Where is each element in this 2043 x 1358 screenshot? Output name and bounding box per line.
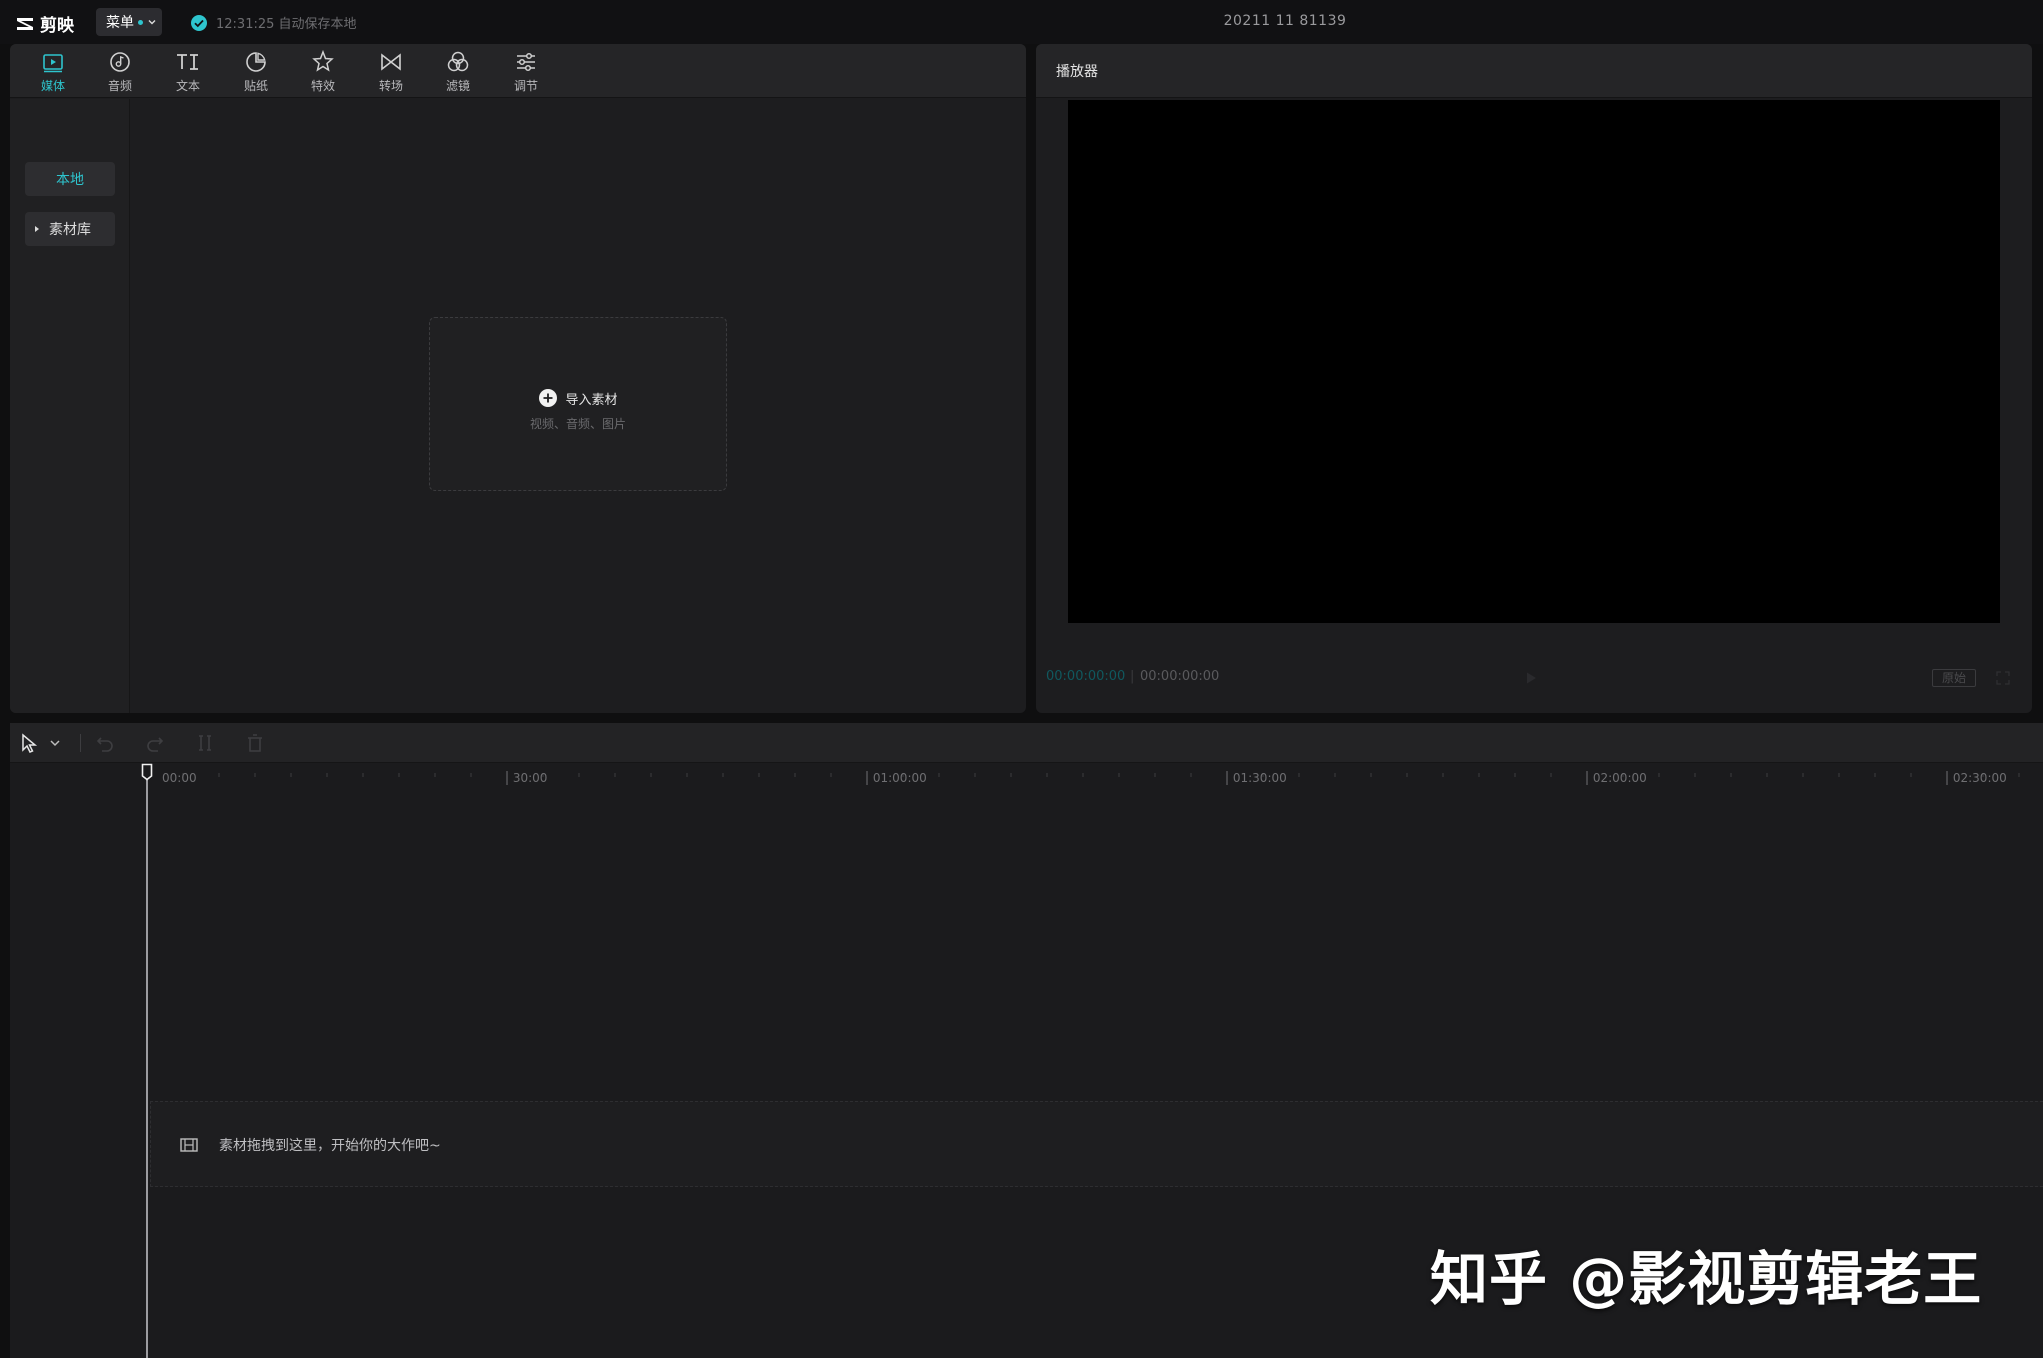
fullscreen-icon[interactable]: [1996, 671, 2010, 685]
import-media-label: 导入素材: [565, 392, 618, 408]
ruler-ticks: [146, 771, 2020, 785]
tab-adjust-label: 调节: [513, 79, 538, 93]
ruler-label: | 02:30:00: [1945, 771, 2007, 785]
main-track-dropzone[interactable]: 素材拖拽到这里，开始你的大作吧~: [150, 1101, 2043, 1187]
menu-button[interactable]: 菜单: [96, 8, 162, 36]
import-media-hint: 视频、音频、图片: [529, 417, 626, 431]
redo-icon[interactable]: [144, 732, 166, 754]
app-logo: 剪映: [14, 11, 74, 36]
timecode-separator: |: [1130, 669, 1135, 684]
split-icon[interactable]: [194, 732, 216, 754]
tab-audio[interactable]: 音频: [92, 48, 148, 96]
tab-filter[interactable]: 滤镜: [430, 48, 486, 96]
total-timecode: 00:00:00:00: [1140, 669, 1220, 684]
media-toolbar: 媒体 音频 文本 贴纸 特效 转场 滤镜 调节: [10, 44, 1026, 98]
app-name: 剪映: [40, 16, 74, 36]
tab-media-label: 媒体: [40, 79, 65, 93]
timeline-toolbar: [10, 723, 2043, 763]
undo-icon[interactable]: [94, 732, 116, 754]
tab-transition-label: 转场: [378, 79, 403, 93]
tab-effects-label: 特效: [310, 79, 335, 93]
sidebar-item-local[interactable]: 本地: [25, 162, 115, 196]
sticker-icon: [246, 52, 266, 72]
tab-sticker[interactable]: 贴纸: [228, 48, 284, 96]
text-icon: [177, 54, 198, 70]
tab-sticker-label: 贴纸: [243, 79, 268, 93]
playhead-line[interactable]: [146, 768, 148, 1358]
toolbar-divider: [80, 734, 81, 752]
video-preview[interactable]: [1068, 100, 2000, 623]
ruler-label: 00:00: [162, 771, 197, 785]
ruler-label: | 01:00:00: [865, 771, 927, 785]
media-icon: [43, 54, 63, 73]
effects-icon: [312, 49, 334, 72]
chevron-down-icon[interactable]: [48, 732, 62, 754]
adjust-icon: [517, 52, 535, 72]
tab-filter-label: 滤镜: [445, 79, 470, 93]
aspect-ratio-button[interactable]: 原始: [1932, 669, 1976, 687]
import-media-dropzone[interactable]: 导入素材 视频、音频、图片: [429, 317, 727, 491]
select-cursor-icon[interactable]: [18, 732, 40, 754]
capcut-logo-icon: [17, 17, 33, 30]
play-icon[interactable]: [1524, 671, 1538, 685]
plus-circle-icon: [539, 389, 558, 407]
delete-icon[interactable]: [244, 732, 266, 754]
tab-text[interactable]: 文本: [160, 48, 216, 96]
tab-media[interactable]: 媒体: [25, 48, 81, 96]
menu-notification-dot: [138, 19, 143, 25]
player-panel: 播放器 00:00:00:00 | 00:00:00:00 原始: [1036, 44, 2032, 713]
transition-icon: [381, 53, 401, 71]
chevron-down-icon: [148, 20, 156, 25]
import-media-button[interactable]: 导入素材: [430, 388, 726, 408]
tab-adjust[interactable]: 调节: [498, 48, 554, 96]
tab-effects[interactable]: 特效: [295, 48, 351, 96]
caret-right-icon: [35, 226, 39, 232]
watermark: 知乎 @影视剪辑老王: [1430, 1245, 1983, 1313]
ruler-label: | 30:00: [505, 771, 548, 785]
player-header: 播放器: [1036, 44, 2032, 98]
autosave-text: 12:31:25 自动保存本地: [216, 17, 357, 32]
dropzone-hint: 素材拖拽到这里，开始你的大作吧~: [219, 1138, 441, 1154]
ruler-label: | 01:30:00: [1225, 771, 1287, 785]
check-circle-icon: [191, 14, 207, 31]
player-title: 播放器: [1056, 64, 1098, 80]
timeline-ruler[interactable]: 00:00 | 30:00 | 01:00:00 | 01:30:00 | 02…: [10, 763, 2043, 791]
film-icon: [180, 1138, 198, 1152]
sidebar-item-library[interactable]: 素材库: [25, 212, 115, 246]
autosave-status: 12:31:25 自动保存本地: [190, 13, 357, 32]
tab-audio-label: 音频: [107, 79, 132, 93]
current-timecode: 00:00:00:00: [1046, 669, 1126, 684]
title-bar: 剪映 菜单 12:31:25 自动保存本地 20211 11 81139: [0, 0, 2043, 44]
tab-text-label: 文本: [175, 79, 200, 93]
media-panel: 媒体 音频 文本 贴纸 特效 转场 滤镜 调节 本地 素材库 导入素材 视频、音…: [10, 44, 1026, 713]
audio-icon: [110, 52, 130, 72]
filter-icon: [447, 51, 469, 72]
sidebar-item-library-label: 素材库: [49, 222, 91, 238]
tab-transition[interactable]: 转场: [363, 48, 419, 96]
app-window: 剪映 菜单 12:31:25 自动保存本地 20211 11 81139 媒体 …: [0, 0, 2043, 1358]
ruler-label: | 02:00:00: [1585, 771, 1647, 785]
menu-label: 菜单: [106, 15, 134, 31]
media-sidebar: 本地 素材库: [10, 99, 130, 713]
playhead-handle[interactable]: [141, 763, 153, 781]
project-name[interactable]: 20211 11 81139: [1180, 13, 1390, 29]
